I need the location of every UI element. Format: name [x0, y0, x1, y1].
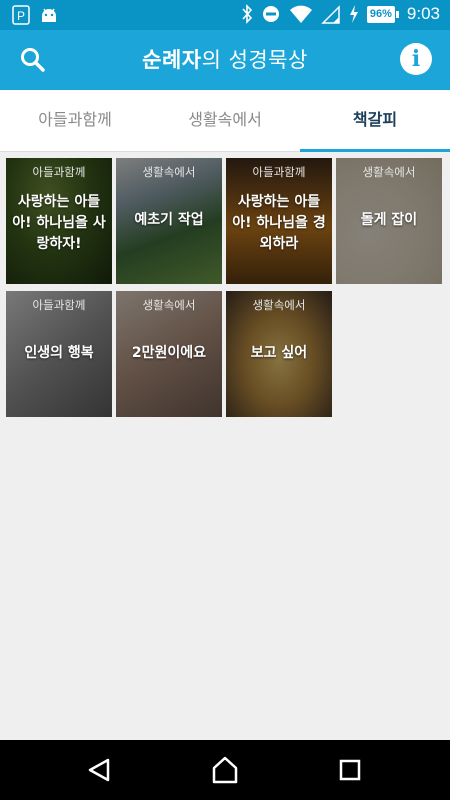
tab-bar: 아들과함께 생활속에서 책갈피 [0, 90, 450, 152]
bookmark-card[interactable]: 생활속에서 예초기 작업 [116, 158, 222, 284]
android-icon [42, 8, 56, 22]
card-category: 아들과함께 [252, 165, 306, 179]
clock: 9:03 [406, 4, 440, 23]
tab-with-son[interactable]: 아들과함께 [0, 90, 150, 151]
app-title-bold: 순례자 [142, 48, 202, 72]
wifi-icon [289, 5, 312, 23]
info-button[interactable]: i [400, 43, 432, 75]
do-not-disturb-icon [262, 6, 279, 22]
bookmark-card[interactable]: 생활속에서 돌게 잡이 [336, 158, 442, 284]
back-button[interactable] [80, 752, 120, 788]
bookmark-card[interactable]: 아들과함께 사랑하는 아들아! 하나님을 경외하라 [226, 158, 332, 284]
signal-icon [321, 5, 340, 24]
info-icon: i [411, 46, 421, 72]
card-title: 인생의 행복 [24, 345, 94, 361]
bookmark-card[interactable]: 생활속에서 보고 싶어 [226, 291, 332, 417]
charging-icon [349, 5, 358, 23]
tab-bookmarks[interactable]: 책갈피 [300, 90, 450, 152]
card-category: 생활속에서 [252, 298, 306, 312]
recent-apps-icon [339, 759, 361, 781]
navigation-bar [0, 740, 450, 800]
card-title: 돌게 잡이 [360, 212, 418, 228]
card-category: 아들과함께 [32, 298, 86, 312]
battery-level: 96% [366, 5, 395, 23]
app-title-rest: 의 성경묵상 [201, 48, 308, 72]
svg-text:P: P [17, 9, 25, 23]
card-category: 아들과함께 [32, 165, 86, 179]
p-notification-icon: P [12, 5, 30, 25]
bookmark-card[interactable]: 아들과함께 사랑하는 아들아! 하나님을 사랑하자! [6, 158, 112, 284]
card-category: 생활속에서 [142, 165, 196, 179]
bluetooth-icon [242, 4, 252, 24]
back-icon [88, 758, 110, 782]
card-title: 2만원이에요 [131, 345, 207, 361]
recent-apps-button[interactable] [330, 752, 370, 788]
battery-indicator: 96% [366, 5, 399, 23]
app-title: 순례자의 성경묵상 [0, 44, 450, 74]
home-button[interactable] [205, 752, 245, 788]
card-title: 사랑하는 아들아! 하나님을 사랑하자! [12, 194, 106, 252]
bookmark-grid: 아들과함께 사랑하는 아들아! 하나님을 사랑하자! 생활속에서 예초기 작업 … [6, 158, 444, 417]
card-category: 생활속에서 [142, 298, 196, 312]
app-bar: 순례자의 성경묵상 i [0, 30, 450, 90]
bookmark-card[interactable]: 아들과함께 인생의 행복 [6, 291, 112, 417]
card-title: 사랑하는 아들아! 하나님을 경외하라 [232, 194, 326, 252]
status-bar: P 96% 9:03 [0, 0, 450, 30]
card-title: 보고 싶어 [250, 345, 308, 361]
card-title: 예초기 작업 [134, 212, 204, 228]
card-category: 생활속에서 [362, 165, 416, 179]
tab-in-life[interactable]: 생활속에서 [150, 90, 300, 151]
bookmark-card[interactable]: 생활속에서 2만원이에요 [116, 291, 222, 417]
home-icon [212, 756, 238, 784]
